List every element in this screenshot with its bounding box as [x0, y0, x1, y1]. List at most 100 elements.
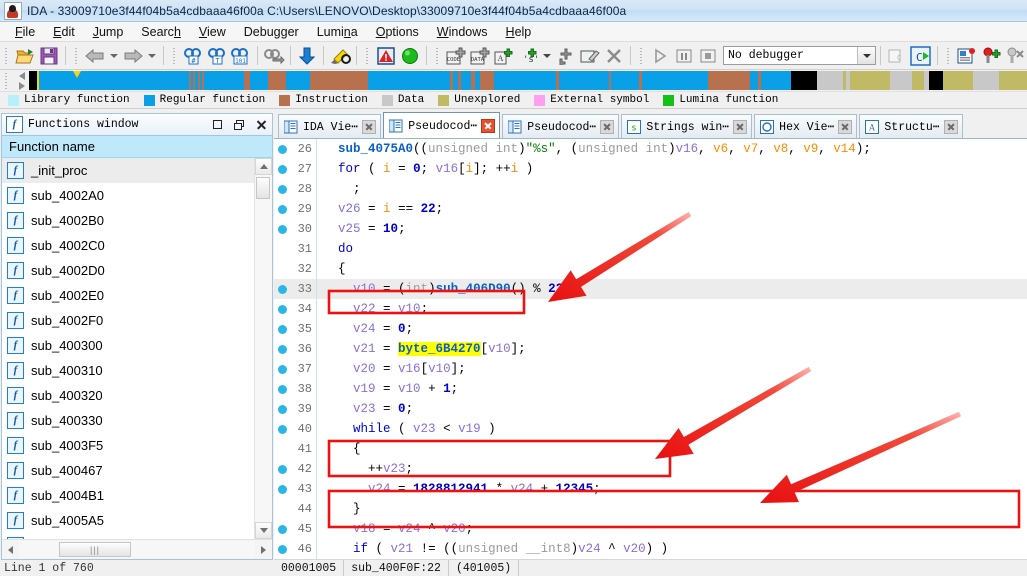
decompile-icon[interactable]: C [886, 45, 908, 67]
debugger-select[interactable]: No debugger [723, 46, 876, 65]
menu-view[interactable]: View [190, 24, 235, 40]
save-icon[interactable] [38, 45, 60, 67]
navband-arrows[interactable] [15, 70, 29, 92]
line-marker-dot-icon[interactable] [277, 344, 287, 354]
navband-grip[interactable] [3, 70, 10, 91]
tab-close-icon[interactable] [481, 118, 496, 133]
menu-lumina[interactable]: Lumina [308, 24, 367, 40]
pseudocode-view[interactable]: 26 sub_4075A0((unsigned int)"%s", (unsig… [274, 139, 1027, 559]
pseudocode-line[interactable]: 37 v20 = v16[v10]; [274, 359, 1027, 379]
function-list-item[interactable]: f sub_4002A0 [2, 183, 254, 208]
breakpoint-dot-column[interactable] [274, 164, 290, 174]
toolbar-grip[interactable] [3, 45, 10, 66]
breakpoint-dot-column[interactable] [274, 344, 290, 354]
make-struct-dropdown-icon[interactable] [541, 45, 553, 67]
pseudocode-line[interactable]: 45 v18 = v24 ^ v20; [274, 519, 1027, 539]
function-list-item[interactable]: f sub_400467 [2, 458, 254, 483]
editor-tab[interactable]: Pseudocod⋯ [383, 112, 501, 138]
function-list-item[interactable]: f sub_400300 [2, 333, 254, 358]
editor-tab[interactable]: s Strings win⋯ [621, 114, 753, 138]
scroll-track[interactable] [255, 175, 272, 522]
function-list-item[interactable]: f sub_4002E0 [2, 283, 254, 308]
toolbar-grip-make[interactable] [434, 45, 441, 66]
pseudocode-line[interactable]: 30 v25 = 10; [274, 219, 1027, 239]
back-arrow-icon[interactable] [84, 45, 106, 67]
decompile-run-icon[interactable]: C [910, 45, 932, 67]
line-marker-dot-icon[interactable] [277, 184, 287, 194]
pseudocode-line[interactable]: 43 v24 = 1828812941 * v24 + 12345; [274, 479, 1027, 499]
pseudocode-line[interactable]: 39 v23 = 0; [274, 399, 1027, 419]
breakpoint-dot-column[interactable] [274, 284, 290, 294]
menu-windows[interactable]: Windows [428, 24, 497, 40]
menu-jump[interactable]: Jump [84, 24, 133, 40]
line-marker-dot-icon[interactable] [277, 404, 287, 414]
pseudocode-line[interactable]: 26 sub_4075A0((unsigned int)"%s", (unsig… [274, 139, 1027, 159]
hscroll-track[interactable]: ||| [19, 541, 255, 558]
functions-column-header[interactable]: Function name [2, 136, 272, 158]
pseudocode-line[interactable]: 42 ++v23; [274, 459, 1027, 479]
function-list-item[interactable]: f sub_4004B1 [2, 483, 254, 508]
pseudocode-line[interactable]: 28 ; [274, 179, 1027, 199]
maximize-icon[interactable] [206, 115, 228, 135]
functions-list[interactable]: f _init_proc f sub_4002A0 f sub_4002B0 f sub_40… [2, 158, 254, 539]
breakpoint-dot-column[interactable] [274, 184, 290, 194]
function-list-item[interactable]: f sub_4002D0 [2, 258, 254, 283]
search-text-icon[interactable]: T [206, 45, 228, 67]
tab-close-icon[interactable] [838, 119, 853, 134]
scroll-left-icon[interactable] [2, 541, 19, 558]
scroll-thumb[interactable] [256, 177, 270, 199]
pseudocode-line[interactable]: 32 { [274, 259, 1027, 279]
function-list-item[interactable]: f sub_400310 [2, 358, 254, 383]
run-icon[interactable] [649, 45, 671, 67]
breakpoint-dot-column[interactable] [274, 464, 290, 474]
search-immediate-icon[interactable]: 101 [230, 45, 252, 67]
menu-options[interactable]: Options [367, 24, 428, 40]
nav-right-icon[interactable] [19, 81, 25, 90]
search-next-icon[interactable] [263, 45, 285, 67]
hscroll-thumb[interactable]: ||| [59, 542, 131, 557]
open-file-icon[interactable] [14, 45, 36, 67]
menu-help[interactable]: Help [497, 24, 541, 40]
menu-debugger[interactable]: Debugger [235, 24, 308, 40]
nav-left-icon[interactable] [19, 71, 25, 80]
line-marker-dot-icon[interactable] [277, 364, 287, 374]
pseudocode-line[interactable]: 36 v21 = byte_6B4270[v10]; [274, 339, 1027, 359]
pseudocode-line[interactable]: 34 v22 = v10; [274, 299, 1027, 319]
editor-tab[interactable]: Hex Vie⋯ [754, 114, 858, 138]
breakpoint-dot-column[interactable] [274, 204, 290, 214]
breakpoint-dot-column[interactable] [274, 304, 290, 314]
toolbar-grip-bp[interactable] [945, 45, 952, 66]
jump-down-icon[interactable] [296, 45, 318, 67]
breakpoint-dot-column[interactable] [274, 404, 290, 414]
tab-close-icon[interactable] [362, 119, 377, 134]
pseudocode-line[interactable]: 33 v10 = (int)sub_406D90() % 22; [274, 279, 1027, 299]
make-code-icon[interactable]: CODE [445, 45, 467, 67]
make-array-icon[interactable] [555, 45, 577, 67]
toolbar-grip-search[interactable] [171, 45, 178, 66]
line-marker-dot-icon[interactable] [277, 544, 287, 554]
undefine-icon[interactable] [603, 45, 625, 67]
breakpoint-dot-column[interactable] [274, 484, 290, 494]
make-ascii-icon[interactable]: A [493, 45, 515, 67]
pseudocode-line[interactable]: 38 v19 = v10 + 1; [274, 379, 1027, 399]
scroll-right-icon[interactable] [255, 541, 272, 558]
line-marker-dot-icon[interactable] [277, 144, 287, 154]
line-marker-dot-icon[interactable] [277, 464, 287, 474]
scroll-down-icon[interactable] [255, 522, 272, 539]
function-list-item[interactable]: f sub_4003F5 [2, 433, 254, 458]
line-marker-dot-icon[interactable] [277, 284, 287, 294]
restore-icon[interactable] [228, 115, 250, 135]
editor-tab[interactable]: Pseudocod⋯ [502, 114, 620, 138]
function-list-item[interactable]: f sub_400330 [2, 408, 254, 433]
scroll-up-icon[interactable] [255, 158, 272, 175]
editor-tab[interactable]: A Structu⋯ [859, 114, 963, 138]
editor-tab[interactable]: IDA Vie⋯ [278, 114, 382, 138]
line-marker-dot-icon[interactable] [277, 324, 287, 334]
breakpoint-dot-column[interactable] [274, 364, 290, 374]
menu-edit[interactable]: Edit [44, 24, 84, 40]
tab-close-icon[interactable] [733, 119, 748, 134]
back-dropdown-icon[interactable] [108, 45, 120, 67]
pseudocode-line[interactable]: 27 for ( i = 0; v16[i]; ++i ) [274, 159, 1027, 179]
breakpoint-dot-column[interactable] [274, 544, 290, 554]
pseudocode-lines[interactable]: 26 sub_4075A0((unsigned int)"%s", (unsig… [274, 139, 1027, 559]
